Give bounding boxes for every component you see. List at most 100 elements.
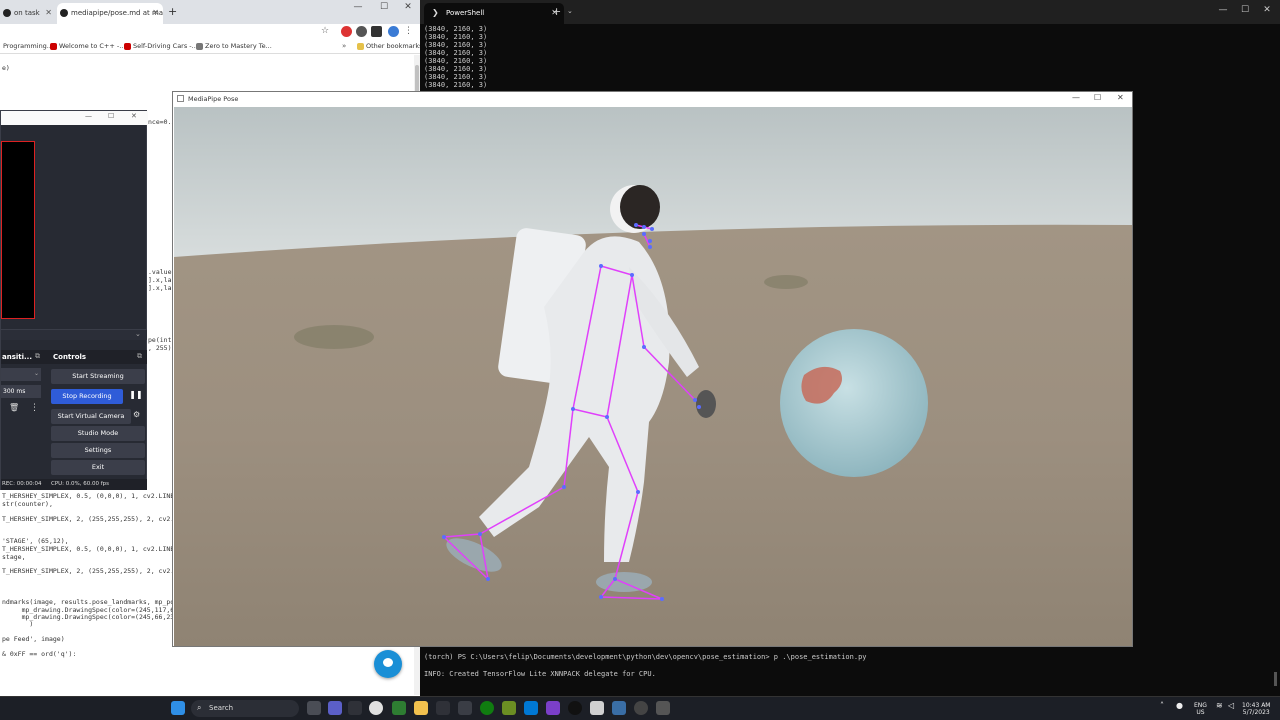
landmark-point bbox=[648, 239, 652, 243]
terminal-output-line: (3840, 2160, 3) bbox=[424, 25, 488, 33]
glove bbox=[696, 390, 716, 418]
chevron-down-icon: ⌄ bbox=[34, 370, 40, 377]
undock-icon[interactable]: ⧉ bbox=[137, 352, 142, 361]
clock[interactable]: 10:43 AM 5/7/2023 bbox=[1242, 702, 1270, 716]
browser-tab[interactable]: on task ✕ bbox=[0, 3, 56, 24]
settings-button[interactable]: Settings bbox=[51, 443, 145, 458]
file-explorer-icon[interactable] bbox=[414, 701, 428, 715]
start-streaming-button[interactable]: Start Streaming bbox=[51, 369, 145, 384]
star-icon[interactable]: ☆ bbox=[321, 26, 329, 36]
maximize-icon[interactable]: ☐ bbox=[108, 112, 114, 120]
tab-label: on task bbox=[14, 9, 40, 17]
terminal-output-line: (3840, 2160, 3) bbox=[424, 49, 488, 57]
chrome-icon[interactable] bbox=[369, 701, 383, 715]
app-icon[interactable] bbox=[392, 701, 406, 715]
xbox-icon[interactable] bbox=[480, 701, 494, 715]
bookmark-item[interactable]: Welcome to C++ -... bbox=[50, 42, 125, 50]
grass-tuft bbox=[764, 275, 808, 289]
code-line: T_HERSHEY_SIMPLEX, 0.5, (0,0,0), 1, cv2.… bbox=[2, 545, 190, 553]
app-icon[interactable] bbox=[656, 701, 670, 715]
terminal-tab[interactable]: ❯ PowerShell ✕ bbox=[424, 3, 564, 24]
bookmark-item[interactable]: Self-Driving Cars -... bbox=[124, 42, 198, 50]
taskbar-search[interactable]: ⌕ Search bbox=[191, 700, 299, 717]
extension-icon[interactable] bbox=[341, 26, 352, 37]
chevron-icon[interactable]: ⌄ bbox=[135, 330, 141, 338]
app-icon[interactable] bbox=[612, 701, 626, 715]
pose-video-frame bbox=[174, 107, 1132, 646]
sidebar-icon[interactable] bbox=[371, 26, 382, 37]
new-tab-button[interactable]: + bbox=[552, 5, 561, 18]
code-line: ) bbox=[2, 620, 34, 628]
maximize-icon[interactable]: ☐ bbox=[373, 2, 395, 12]
app-icon[interactable] bbox=[502, 701, 516, 715]
more-bookmarks-icon[interactable]: » bbox=[342, 42, 346, 50]
browser-tab-active[interactable]: mediapipe/pose.md at master · g ✕ bbox=[57, 3, 163, 24]
close-window-icon[interactable]: ✕ bbox=[1117, 93, 1124, 102]
gear-icon[interactable]: ⚙ bbox=[133, 410, 140, 419]
volume-icon[interactable]: ◁ bbox=[1228, 702, 1234, 710]
close-window-icon[interactable]: ✕ bbox=[131, 112, 137, 120]
windows-start-icon[interactable] bbox=[171, 701, 185, 715]
start-virtual-camera-button[interactable]: Start Virtual Camera bbox=[51, 409, 131, 424]
obs-icon[interactable] bbox=[634, 701, 648, 715]
new-tab-button[interactable]: + bbox=[168, 5, 177, 18]
visual-studio-icon[interactable] bbox=[546, 701, 560, 715]
studio-mode-button[interactable]: Studio Mode bbox=[51, 426, 145, 441]
maximize-icon[interactable]: ☐ bbox=[1094, 93, 1101, 102]
terminal-output-line: (3840, 2160, 3) bbox=[424, 81, 488, 89]
more-icon[interactable]: ⋮ bbox=[30, 403, 39, 413]
bookmark-label: Welcome to C++ -... bbox=[59, 42, 126, 50]
puzzle-icon[interactable] bbox=[356, 26, 367, 37]
obs-status-bar: REC: 00:00:04 CPU: 0.0%, 60.00 fps bbox=[1, 479, 147, 490]
menu-icon[interactable]: ⋮ bbox=[404, 26, 413, 36]
terminal-tab-title: PowerShell bbox=[446, 9, 485, 17]
profile-icon[interactable] bbox=[388, 26, 399, 37]
language-indicator[interactable]: ENG US bbox=[1194, 702, 1207, 716]
window-title: MediaPipe Pose bbox=[188, 95, 239, 103]
app-icon[interactable] bbox=[590, 701, 604, 715]
duration-input[interactable]: 300 ms bbox=[1, 385, 41, 398]
microphone-icon[interactable]: ● bbox=[1176, 702, 1183, 710]
minimize-icon[interactable]: — bbox=[85, 112, 92, 120]
unreal-icon[interactable] bbox=[568, 701, 582, 715]
landmark-point bbox=[642, 345, 646, 349]
exit-button[interactable]: Exit bbox=[51, 460, 145, 475]
trash-icon[interactable]: 🗑 bbox=[9, 403, 19, 412]
chat-icon bbox=[383, 658, 393, 667]
chevron-up-icon[interactable]: ˄ bbox=[1160, 702, 1164, 710]
minimize-icon[interactable]: — bbox=[1072, 93, 1080, 102]
chat-app-icon[interactable] bbox=[328, 701, 342, 715]
wifi-icon[interactable]: ≋ bbox=[1216, 702, 1223, 710]
landmark-point bbox=[605, 415, 609, 419]
browser-tab-bar: on task ✕ mediapipe/pose.md at master · … bbox=[0, 0, 420, 24]
vscode-icon[interactable] bbox=[524, 701, 538, 715]
rec-time: REC: 00:00:04 bbox=[2, 481, 42, 487]
app-icon[interactable] bbox=[458, 701, 472, 715]
transition-select[interactable]: ⌄ bbox=[1, 368, 41, 381]
close-window-icon[interactable]: ✕ bbox=[397, 2, 419, 12]
tab-favicon-icon bbox=[3, 9, 11, 17]
task-view-icon[interactable] bbox=[307, 701, 321, 715]
chevron-down-icon[interactable]: ⌄ bbox=[567, 7, 573, 15]
bookmark-item[interactable]: Zero to Mastery Te... bbox=[196, 42, 272, 50]
close-icon[interactable]: ✕ bbox=[152, 8, 159, 17]
bookmark-item[interactable]: Programming... bbox=[0, 42, 53, 50]
mediapipe-window: MediaPipe Pose — ☐ ✕ bbox=[172, 91, 1133, 647]
undock-icon[interactable]: ⧉ bbox=[35, 352, 40, 361]
chat-bubble-button[interactable] bbox=[374, 650, 402, 678]
bookmark-folder[interactable]: Other bookmarks bbox=[357, 42, 423, 50]
minimize-icon[interactable]: — bbox=[347, 2, 369, 12]
minimize-icon[interactable]: — bbox=[1212, 5, 1234, 15]
terminal-app-icon[interactable] bbox=[348, 701, 362, 715]
obs-preview[interactable] bbox=[1, 141, 35, 319]
terminal-scrollbar[interactable] bbox=[1274, 672, 1277, 686]
stop-recording-button[interactable]: Stop Recording bbox=[51, 389, 123, 404]
landmark-point bbox=[613, 577, 617, 581]
terminal-output-line: (3840, 2160, 3) bbox=[424, 65, 488, 73]
close-icon[interactable]: ✕ bbox=[45, 8, 52, 17]
landmark-point bbox=[478, 532, 482, 536]
pause-icon[interactable]: ❚❚ bbox=[129, 390, 143, 404]
maximize-icon[interactable]: ☐ bbox=[1234, 5, 1256, 15]
close-window-icon[interactable]: ✕ bbox=[1256, 5, 1278, 15]
app-icon[interactable] bbox=[436, 701, 450, 715]
